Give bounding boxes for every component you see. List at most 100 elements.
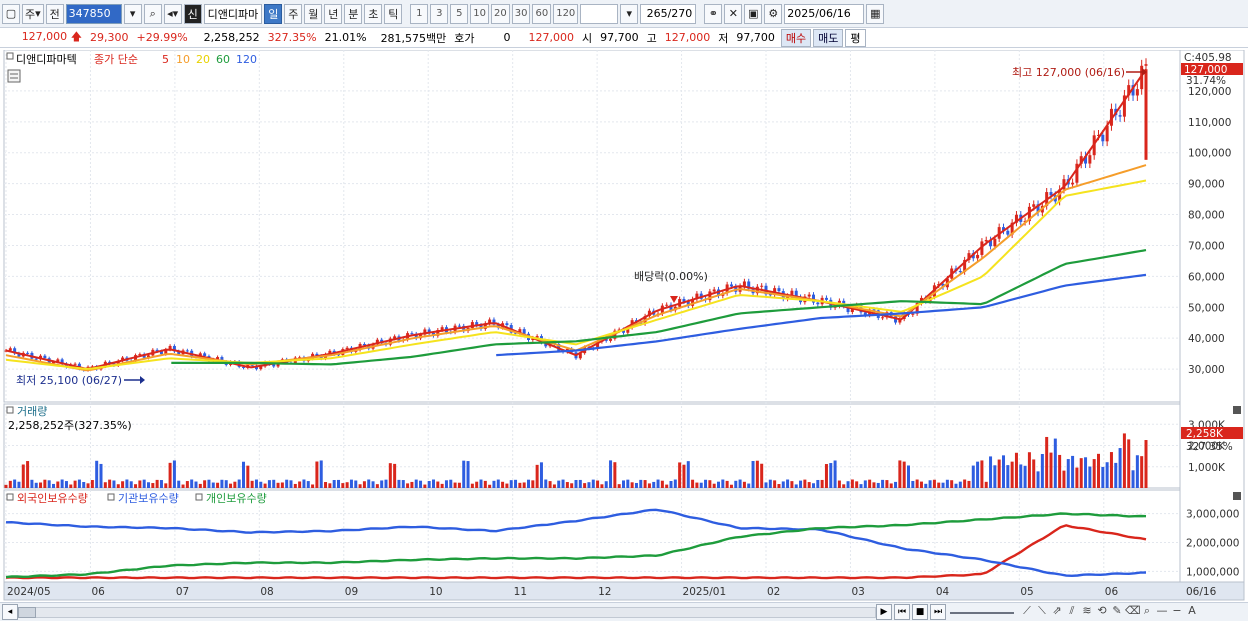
volume-bar [1105, 462, 1109, 488]
interval-3[interactable]: 3 [430, 3, 449, 24]
current-price: 127,000 🡅 [0, 28, 86, 47]
volume-bar [552, 484, 556, 488]
date-input[interactable]: 2025/06/16 [784, 3, 865, 24]
period-tick[interactable]: 틱 [384, 3, 403, 24]
volume-bar [64, 481, 68, 488]
period-month[interactable]: 월 [304, 3, 323, 24]
interval-1[interactable]: 1 [410, 3, 429, 24]
table-icon[interactable] [7, 69, 21, 83]
volume-bar [254, 479, 258, 488]
interval-120[interactable]: 120 [553, 3, 579, 24]
scrollbar-thumb[interactable] [18, 607, 36, 618]
eval-button[interactable]: 평 [845, 28, 866, 47]
volume-bar [768, 479, 772, 488]
interval-20[interactable]: 20 [491, 3, 510, 24]
volume-bar [159, 480, 163, 488]
speaker-icon[interactable]: ◂▾ [163, 3, 182, 24]
volume-bar [531, 480, 535, 488]
cycle-tool-icon[interactable]: ⟲ [1095, 604, 1109, 618]
volume-bar [717, 481, 720, 488]
link-icon[interactable]: ⚭ [704, 3, 723, 24]
channel-tool-icon[interactable]: ⫽ [1065, 604, 1079, 618]
sell-button[interactable]: 매도 [813, 28, 844, 47]
search-icon[interactable]: ⌕ [143, 3, 162, 24]
first-icon[interactable]: ⏮ [894, 604, 910, 620]
prefix-button[interactable]: 전 [45, 3, 64, 24]
price-tick-label: 80,000 [1188, 210, 1225, 222]
interval-10[interactable]: 10 [470, 3, 489, 24]
volume-bar [43, 479, 47, 488]
zoom-icon[interactable]: ⌕ [1140, 604, 1154, 618]
gear-icon[interactable]: ⚙ [764, 3, 783, 24]
zoom-slider[interactable] [950, 612, 1014, 614]
dividend-annotation: 배당락(0.00%) [634, 270, 708, 283]
volume-bar [384, 479, 388, 488]
x-axis-right-label: 06/16 [1186, 586, 1217, 598]
save-icon[interactable]: ▣ [744, 3, 763, 24]
period-year[interactable]: 년 [324, 3, 343, 24]
trend-tool-icon[interactable]: ⇗ [1050, 604, 1064, 618]
volume-bar [449, 479, 453, 488]
volume-bar [13, 479, 17, 488]
minus-icon[interactable]: — [1155, 604, 1169, 618]
pen-tool-icon[interactable]: ✎ [1110, 604, 1124, 618]
scroll-left-icon[interactable]: ◂ [2, 604, 18, 620]
fib-tool-icon[interactable]: ≋ [1080, 604, 1094, 618]
zoom-out-icon[interactable]: − [1170, 604, 1184, 618]
volume-bar [168, 462, 172, 488]
horizontal-scrollbar[interactable] [18, 607, 876, 618]
erase-tool-icon[interactable]: ⌫ [1125, 604, 1141, 618]
interval-60[interactable]: 60 [532, 3, 552, 24]
volume-bar [47, 480, 51, 488]
play-icon[interactable]: ▶ [876, 604, 892, 620]
period-week[interactable]: 주 [284, 3, 303, 24]
candle-body [824, 297, 828, 300]
volume-bar [799, 480, 803, 488]
period-second[interactable]: 초 [364, 3, 383, 24]
chart-canvas[interactable]: 2024/05 06 07 08 09 10 11 12 2025/01 02 03 04 05 06 1… [0, 50, 1248, 602]
volume-bar [444, 480, 448, 488]
interval-5[interactable]: 5 [450, 3, 469, 24]
window-icon[interactable]: ▢ [2, 3, 20, 24]
volume-bar [259, 481, 263, 488]
market-select[interactable]: 주 ▾ [22, 3, 44, 24]
volume-close-icon[interactable] [1233, 406, 1241, 414]
bar-count: 265 [646, 7, 668, 20]
volume-bar [989, 456, 993, 488]
stock-code-input[interactable]: 347850 [65, 3, 122, 24]
period-minute[interactable]: 분 [344, 3, 363, 24]
bar-count-input[interactable]: 265/270 [640, 3, 697, 24]
dropdown-icon[interactable]: ▾ [123, 3, 142, 24]
price-tick-label: 90,000 [1188, 179, 1225, 191]
price-tick-label: 60,000 [1188, 271, 1225, 283]
line-tool-icon[interactable]: ⟋ [1020, 604, 1034, 618]
volume-bar [1014, 452, 1018, 488]
volume-bar [142, 479, 146, 488]
volume-bar [1071, 455, 1075, 488]
price-tick-label: 40,000 [1188, 333, 1225, 345]
custom-interval-select[interactable] [580, 3, 619, 24]
candle-body [993, 238, 997, 247]
volume-bar [786, 479, 790, 488]
volume-bar [919, 481, 923, 488]
crosshair-icon[interactable]: ✕ [724, 3, 743, 24]
hoga-value: 0 [503, 31, 511, 44]
volume-bar [1131, 470, 1135, 488]
volume-bar [820, 479, 824, 488]
holdings-close-icon[interactable] [1233, 492, 1241, 500]
last-icon[interactable]: ⏭ [930, 604, 946, 620]
interval-30[interactable]: 30 [511, 3, 531, 24]
candle-body [665, 304, 669, 306]
hline-tool-icon[interactable]: ⟍ [1035, 604, 1049, 618]
interval-dropdown-icon[interactable]: ▾ [620, 3, 639, 24]
stop-icon[interactable]: ■ [912, 604, 928, 620]
calendar-icon[interactable]: ▦ [866, 3, 885, 24]
candle-body [881, 317, 885, 319]
buy-button[interactable]: 매수 [780, 28, 812, 47]
volume-bar [52, 483, 55, 488]
volume-bar [712, 483, 716, 488]
volume-bar [470, 483, 474, 488]
volume-bar [509, 480, 513, 488]
font-icon[interactable]: A [1185, 604, 1199, 618]
period-day[interactable]: 일 [264, 3, 283, 24]
